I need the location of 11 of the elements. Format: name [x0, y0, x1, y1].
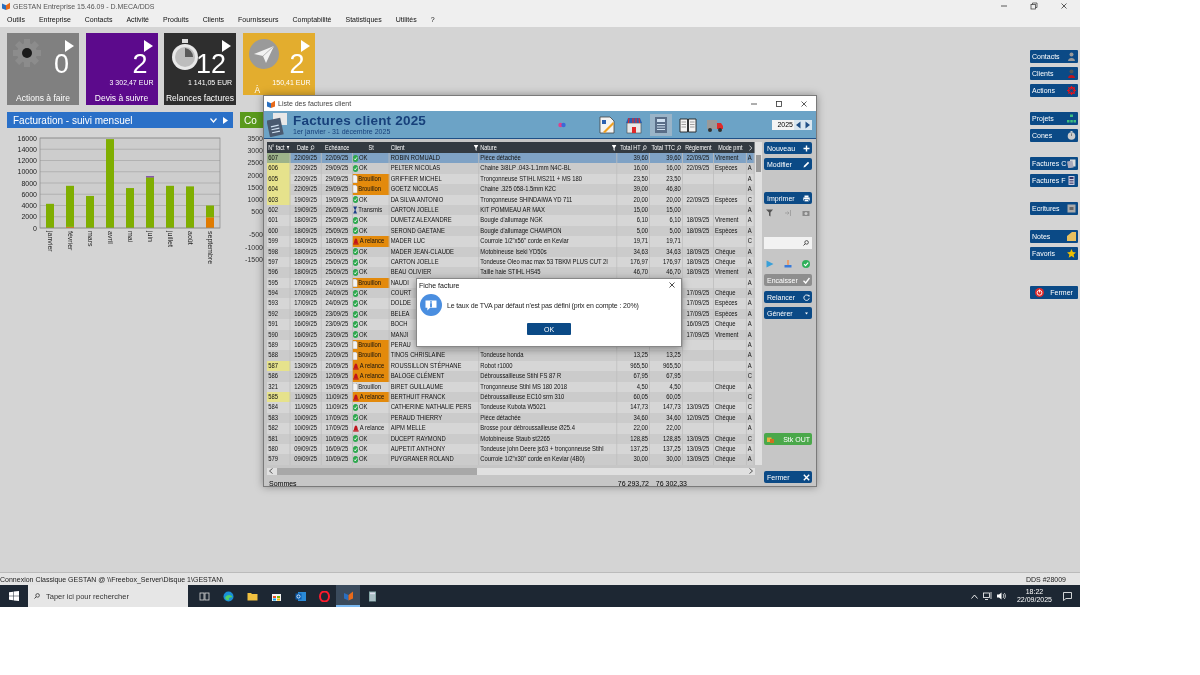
tile-value: 0: [53, 51, 69, 78]
panel-title: Co: [244, 114, 257, 126]
panel-title: Facturation - suivi mensuel: [13, 114, 133, 126]
tile-label: Relances factures: [164, 93, 235, 103]
tile-label: Devis à suivre: [93, 93, 150, 103]
tile-value: 12: [195, 51, 226, 78]
page-title: Factures client 2025: [293, 114, 427, 128]
tile-label: À: [254, 85, 262, 95]
tile-label: Actions à faire: [15, 93, 71, 103]
tile-value: 2: [132, 51, 148, 78]
tile-value: 2: [289, 51, 305, 78]
